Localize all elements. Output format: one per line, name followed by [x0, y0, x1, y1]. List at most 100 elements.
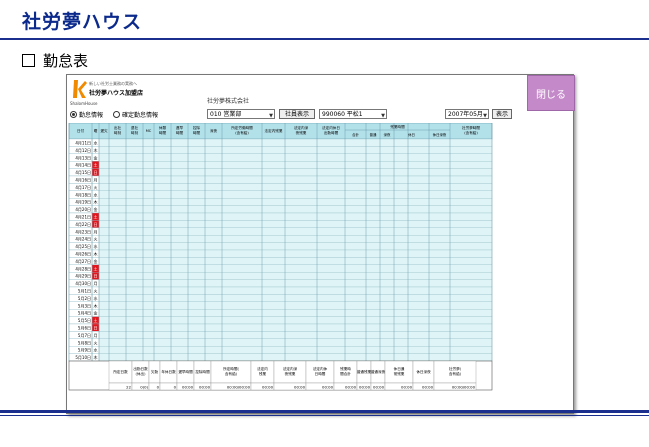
header-label: 曜 — [94, 129, 98, 133]
date-label: 4月25日 — [75, 244, 91, 249]
chevron-down-icon: ▼ — [483, 113, 487, 119]
header-label: 法定内残業 — [265, 128, 283, 133]
summary-value: 00:00 — [422, 384, 434, 389]
weekday-label: 土 — [94, 214, 98, 220]
header-group-label: 残業時間 — [390, 124, 405, 129]
header-label: 法定内休日 — [322, 125, 340, 130]
date-label: 4月21日 — [75, 215, 91, 220]
show-staff-button[interactable]: 社員表示 — [279, 109, 315, 119]
summary-label: 含有給) — [449, 371, 462, 376]
summary-label: 間合計 — [340, 371, 351, 376]
table-row — [68, 353, 493, 362]
display-button[interactable]: 表示 — [492, 109, 512, 119]
chevron-down-icon: ▼ — [269, 113, 273, 119]
dept-select-value: 010 営業部 — [210, 111, 242, 118]
table-row — [68, 309, 493, 317]
section-label: 勤怠表 — [43, 52, 89, 70]
date-label: 4月29日 — [75, 274, 91, 279]
table-row — [68, 161, 493, 169]
header-label: 遅早 — [176, 125, 184, 130]
summary-label: 所定時間( — [223, 366, 239, 371]
header-label: 日付 — [77, 128, 85, 133]
date-label: 4月27日 — [75, 259, 91, 264]
slide-title: 社労夢ハウス — [22, 11, 143, 33]
section-bullet: 勤怠表 — [22, 50, 88, 71]
summary-value: 00:00 — [373, 384, 385, 389]
weekday-label: 水 — [94, 295, 98, 301]
summary-label: 夜残業 — [285, 371, 296, 376]
table-row — [68, 279, 493, 288]
summary-value: 00:00 — [182, 384, 194, 389]
table-row — [68, 146, 493, 154]
logo-icon — [73, 80, 87, 98]
date-label: 4月13日 — [75, 155, 91, 160]
header-sub-label: 深夜 — [384, 132, 391, 137]
weekday-label: 金 — [94, 310, 98, 316]
summary-value: 00:00 — [294, 384, 306, 389]
summary-value: 00:00 — [199, 384, 211, 389]
table-row — [68, 272, 493, 280]
header-label: 社労夢時間 — [462, 125, 480, 130]
dept-select[interactable]: 010 営業部 ▼ — [207, 109, 275, 119]
date-label: 4月26日 — [75, 252, 91, 257]
weekday-label: 日 — [94, 326, 98, 331]
table-row — [68, 235, 493, 243]
weekday-label: 水 — [94, 243, 98, 249]
weekday-label: 木 — [94, 251, 98, 257]
weekday-label: 水 — [94, 347, 98, 353]
weekday-label: 日 — [94, 222, 98, 227]
header-label: (含有給) — [235, 130, 249, 135]
header-label: 夜残業 — [296, 130, 307, 135]
summary-label: 普通深夜 — [371, 369, 386, 374]
table-row — [68, 316, 493, 325]
table-row — [68, 212, 493, 221]
attendance-grid: 日付曜遅欠出社時刻退社時刻 MC休憩時間遅早時間控除時間 深夜所定労働時間(含有給)… — [68, 123, 493, 391]
staff-select-value: 990060 平松1 — [322, 111, 363, 118]
weekday-label: 金 — [94, 154, 98, 160]
radio-attendance[interactable]: 勤怠情報 — [70, 110, 103, 119]
weekday-label: 水 — [94, 191, 98, 197]
summary-label: 法定内 — [257, 366, 268, 371]
header-label: MC — [146, 129, 152, 133]
logo-tagline: 新しい社労士業務の実務へ — [89, 81, 137, 86]
header-label: 出勤時間 — [324, 130, 339, 135]
staff-select[interactable]: 990060 平松1 ▼ — [319, 109, 387, 119]
date-label: 4月30日 — [75, 281, 91, 286]
summary-label: 欠勤 — [151, 369, 159, 374]
table-row — [68, 190, 493, 199]
radio-attendance-label: 勤怠情報 — [79, 112, 104, 119]
weekday-label: 火 — [94, 185, 98, 190]
summary-value: 00:00 — [401, 384, 413, 389]
weekday-label: 木 — [94, 147, 98, 153]
month-select[interactable]: 2007年05月 ▼ — [445, 109, 489, 119]
date-label: 4月24日 — [75, 237, 91, 242]
date-label: 4月15日 — [75, 170, 91, 175]
summary-label: 所定日数 — [113, 369, 128, 374]
summary-value: 00:00 — [359, 384, 371, 389]
table-row — [68, 257, 493, 265]
weekday-label: 日 — [94, 274, 98, 279]
table-row — [68, 338, 493, 347]
logo-sub: ShalomHouse — [70, 101, 98, 106]
date-label: 4月22日 — [75, 222, 91, 227]
date-label: 5月2日 — [78, 296, 91, 301]
table-row — [68, 264, 493, 273]
summary-label: 年休日数 — [161, 369, 176, 374]
bottom-rule-thin — [0, 415, 649, 416]
date-label: 5月4日 — [78, 311, 91, 316]
weekday-label: 月 — [94, 229, 98, 234]
summary-label: 残業時 — [340, 366, 351, 371]
summary-label: 法定内深 — [283, 366, 298, 371]
date-label: 4月14日 — [75, 163, 91, 168]
date-label: 4月20日 — [75, 207, 91, 212]
close-button[interactable]: 閉じる — [527, 75, 575, 111]
date-label: 4月18日 — [75, 192, 91, 197]
date-label: 5月10日 — [75, 355, 91, 360]
summary-value: 22 — [126, 384, 131, 389]
radio-confirmed[interactable]: 確定勤怠情報 — [113, 110, 158, 119]
table-row — [68, 286, 493, 295]
weekday-label: 水 — [94, 140, 98, 146]
summary-label: 遅早時間 — [178, 369, 193, 374]
header-label: 退社 — [131, 125, 139, 130]
header-label: 時刻 — [114, 130, 122, 135]
